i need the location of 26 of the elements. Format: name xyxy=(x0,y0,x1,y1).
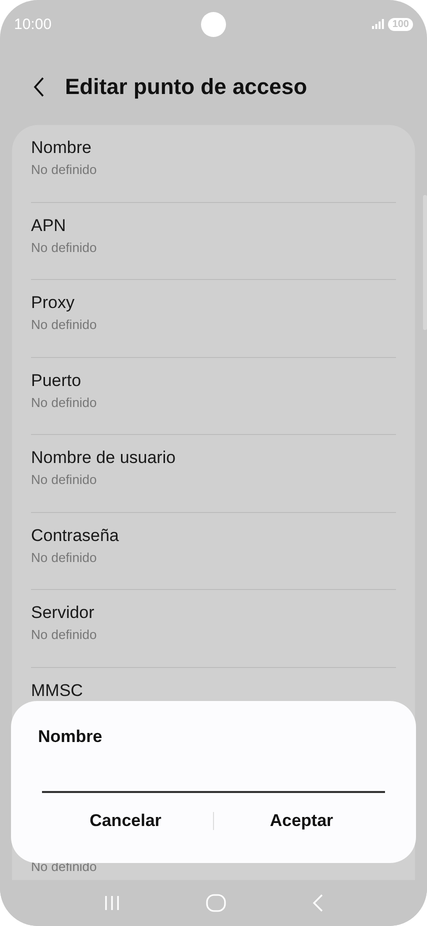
setting-value: No definido xyxy=(31,162,98,177)
setting-value: No definido xyxy=(31,317,98,332)
setting-value: No definido xyxy=(31,627,98,642)
signal-icon xyxy=(372,19,384,29)
status-time: 10:00 xyxy=(14,16,52,32)
dialog-button[interactable]: Cancelar xyxy=(38,803,213,839)
page-title: Editar punto de acceso xyxy=(65,74,308,100)
recent-apps-icon[interactable] xyxy=(102,895,121,911)
home-icon[interactable] xyxy=(206,894,226,912)
battery-level: 100 xyxy=(388,18,413,30)
dialog-title: Nombre xyxy=(38,727,104,747)
setting-title[interactable]: Proxy xyxy=(31,293,396,313)
setting-value: No definido xyxy=(31,394,98,410)
setting-title[interactable]: Nombre xyxy=(31,138,396,158)
setting-title[interactable]: Puerto xyxy=(31,370,396,390)
setting-title[interactable]: Servidor xyxy=(31,603,396,623)
setting-title[interactable]: Contraseña xyxy=(31,526,396,546)
setting-value: No definido xyxy=(31,240,98,254)
dialog-button[interactable]: Aceptar xyxy=(214,803,389,839)
setting-title[interactable]: MMSC xyxy=(31,680,396,700)
back-icon[interactable] xyxy=(33,77,45,97)
setting-value: No definido xyxy=(31,550,98,564)
setting-title[interactable]: Nombre de usuario xyxy=(31,448,396,468)
camera-hole xyxy=(201,12,226,37)
setting-value: No definido xyxy=(31,472,98,487)
setting-title[interactable]: APN xyxy=(31,216,396,236)
